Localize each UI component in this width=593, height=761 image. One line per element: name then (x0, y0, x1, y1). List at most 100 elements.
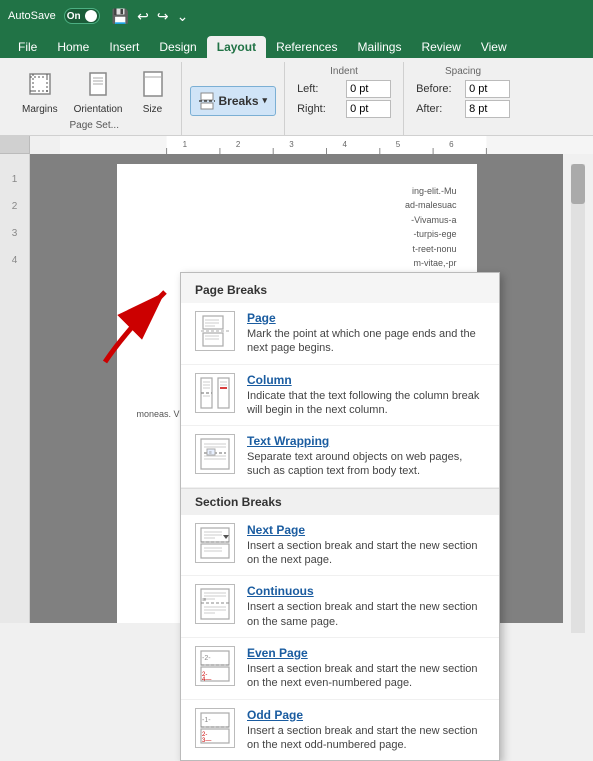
break-page-name: Page (247, 311, 485, 325)
indent-right-input[interactable] (346, 100, 391, 118)
orientation-icon (84, 70, 112, 102)
break-continuous-icon: ≡ (195, 584, 235, 624)
tab-references[interactable]: References (266, 36, 347, 58)
svg-text:4: 4 (342, 140, 347, 149)
break-even-page-text: Even Page Insert a section break and sta… (247, 646, 485, 691)
spacing-before-input[interactable] (465, 80, 510, 98)
break-continuous-desc: Insert a section break and start the new… (247, 600, 485, 629)
tab-review[interactable]: Review (411, 36, 470, 58)
autosave-toggle[interactable]: On (64, 8, 100, 24)
svg-text:3: 3 (289, 140, 294, 149)
ruler-row: 1 2 3 4 5 6 (0, 136, 593, 154)
break-next-page-icon (195, 523, 235, 563)
break-page-item[interactable]: Page Mark the point at which one page en… (181, 303, 499, 365)
break-odd-page-icon: -1- 2- 3— (195, 708, 235, 748)
horizontal-ruler: 1 2 3 4 5 6 (60, 136, 593, 154)
autosave-label: AutoSave (8, 10, 56, 22)
indent-group-label: Indent (297, 66, 391, 77)
svg-text:3—: 3— (202, 738, 211, 744)
spacing-after-input[interactable] (465, 100, 510, 118)
redo-icon[interactable]: ↪ (157, 8, 169, 25)
tab-layout[interactable]: Layout (207, 36, 266, 58)
svg-text:6: 6 (449, 140, 454, 149)
break-next-page-name: Next Page (247, 523, 485, 537)
break-column-item[interactable]: Column Indicate that the text following … (181, 365, 499, 427)
scrollbar-track[interactable] (571, 164, 585, 633)
break-next-page-desc: Insert a section break and start the new… (247, 539, 485, 568)
breaks-button[interactable]: Breaks ▾ (190, 86, 277, 116)
page-num-3: 3 (12, 228, 18, 239)
breaks-dropdown: Page Breaks Page Mark the point at which… (180, 272, 500, 761)
page-breaks-title: Page Breaks (181, 273, 499, 303)
size-label: Size (143, 104, 162, 115)
break-even-page-desc: Insert a section break and start the new… (247, 662, 485, 691)
breaks-group: Breaks ▾ (182, 62, 286, 135)
break-even-page-name: Even Page (247, 646, 485, 660)
break-even-page-icon: -2- 2- 4— (195, 646, 235, 686)
break-continuous-text: Continuous Insert a section break and st… (247, 584, 485, 629)
margins-icon (26, 70, 54, 102)
main-area: 1 2 3 4 5 6 1 2 3 4 i (0, 136, 593, 623)
svg-text:≡: ≡ (209, 450, 212, 456)
break-column-text: Column Indicate that the text following … (247, 373, 485, 418)
svg-text:5: 5 (396, 140, 401, 149)
svg-text:2: 2 (236, 140, 241, 149)
break-text-wrapping-desc: Separate text around objects on web page… (247, 450, 485, 479)
spacing-before-label: Before: (416, 83, 461, 95)
breaks-dropdown-arrow: ▾ (263, 95, 268, 106)
margins-button[interactable]: Margins (16, 66, 64, 119)
break-page-text: Page Mark the point at which one page en… (247, 311, 485, 356)
left-sidebar: 1 2 3 4 (0, 154, 30, 623)
break-column-name: Column (247, 373, 485, 387)
svg-text:-2-: -2- (202, 655, 211, 662)
tab-design[interactable]: Design (149, 36, 206, 58)
margins-label: Margins (22, 104, 58, 115)
undo-icon[interactable]: ↩ (137, 8, 149, 25)
ribbon-tabs: File Home Insert Design Layout Reference… (0, 32, 593, 58)
tab-view[interactable]: View (471, 36, 517, 58)
break-next-page-item[interactable]: Next Page Insert a section break and sta… (181, 515, 499, 577)
breaks-label: Breaks (219, 94, 259, 108)
indent-left-label: Left: (297, 83, 342, 95)
scrollbar-thumb[interactable] (571, 164, 585, 204)
svg-text:-1-: -1- (202, 717, 211, 724)
break-odd-page-desc: Insert a section break and start the new… (247, 724, 485, 753)
save-icon[interactable]: 💾 (112, 8, 129, 25)
section-breaks-title: Section Breaks (181, 488, 499, 515)
svg-text:≡: ≡ (202, 597, 206, 604)
page-num-2: 2 (12, 201, 18, 212)
spacing-group: Spacing Before: After: (404, 62, 522, 135)
more-commands-icon[interactable]: ⌄ (177, 8, 189, 25)
break-page-icon (195, 311, 235, 351)
tab-insert[interactable]: Insert (99, 36, 149, 58)
page-setup-buttons: Margins Orientation (16, 64, 173, 120)
spacing-group-label: Spacing (416, 66, 510, 77)
orientation-button[interactable]: Orientation (68, 66, 129, 119)
indent-left-input[interactable] (346, 80, 391, 98)
orientation-label: Orientation (74, 104, 123, 115)
break-continuous-name: Continuous (247, 584, 485, 598)
right-panel (563, 154, 593, 623)
break-odd-page-item[interactable]: -1- 2- 3— Odd Page Insert a section brea… (181, 700, 499, 761)
tab-mailings[interactable]: Mailings (347, 36, 411, 58)
break-text-wrapping-text: Text Wrapping Separate text around objec… (247, 434, 485, 479)
break-odd-page-text: Odd Page Insert a section break and star… (247, 708, 485, 753)
break-text-wrapping-item[interactable]: ≡ Text Wrapping Separate text around obj… (181, 426, 499, 488)
ribbon-toolbar: Margins Orientation (0, 58, 593, 136)
break-column-icon (195, 373, 235, 413)
page-setup-group: Margins Orientation (8, 62, 182, 135)
size-icon (139, 70, 167, 102)
tab-file[interactable]: File (8, 36, 47, 58)
break-even-page-item[interactable]: -2- 2- 4— Even Page Insert a section bre… (181, 638, 499, 700)
page-num-4: 4 (12, 255, 18, 266)
svg-text:4—: 4— (202, 677, 211, 683)
size-button[interactable]: Size (133, 66, 173, 119)
tab-home[interactable]: Home (47, 36, 99, 58)
break-continuous-item[interactable]: ≡ Continuous Insert a section break and … (181, 576, 499, 638)
break-page-desc: Mark the point at which one page ends an… (247, 327, 485, 356)
break-text-wrapping-name: Text Wrapping (247, 434, 485, 448)
ruler-corner (0, 136, 30, 154)
break-column-desc: Indicate that the text following the col… (247, 389, 485, 418)
indent-right-label: Right: (297, 103, 342, 115)
break-text-wrapping-icon: ≡ (195, 434, 235, 474)
